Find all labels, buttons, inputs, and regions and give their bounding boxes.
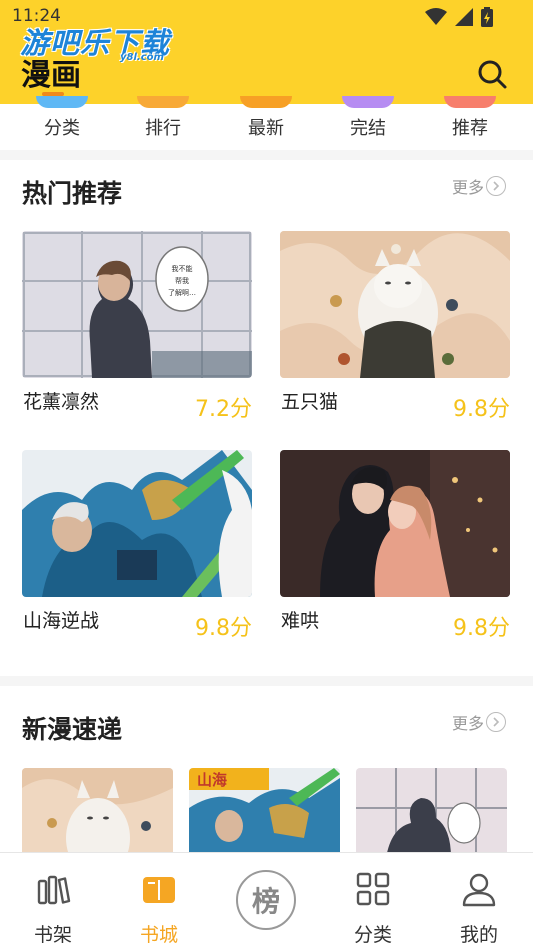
category-icon	[444, 96, 496, 108]
section-divider	[0, 150, 533, 160]
nav-item-bookstore[interactable]: 书城	[106, 853, 212, 948]
section-divider	[0, 676, 533, 686]
category-label: 排行	[145, 118, 181, 139]
comic-cover-small[interactable]: 山海	[189, 768, 340, 858]
comic-card[interactable]: 难哄 9.8分	[280, 450, 510, 641]
more-label: 更多	[452, 714, 485, 733]
svg-text:了解啊…: 了解啊…	[168, 288, 196, 297]
comic-score: 9.8分	[453, 397, 510, 422]
more-label: 更多	[452, 178, 485, 197]
category-label: 最新	[248, 118, 284, 139]
chevron-right-icon	[486, 712, 507, 732]
svg-text:山海: 山海	[197, 771, 227, 789]
comic-cover	[22, 450, 252, 597]
grid-icon	[356, 872, 390, 906]
battery-icon	[481, 7, 493, 27]
comic-card[interactable]: 我不能 帮我 了解啊… 花薰凛然 7.2分	[22, 231, 252, 422]
chevron-right-icon	[486, 176, 507, 196]
category-item-ranking[interactable]: 排行	[123, 96, 203, 150]
app-header: 11:24 游吧乐下载 y8l.com 漫画	[0, 0, 533, 104]
nav-label: 书城	[139, 924, 178, 946]
signal-icon	[455, 8, 473, 26]
status-icons	[425, 7, 493, 27]
svg-text:帮我: 帮我	[175, 276, 189, 285]
comic-cover	[280, 450, 510, 597]
category-icon	[240, 96, 292, 108]
comic-score: 7.2分	[195, 397, 252, 422]
comic-cover	[280, 231, 510, 378]
category-icon	[36, 96, 88, 108]
nav-label: 分类	[353, 924, 392, 946]
category-label: 分类	[44, 118, 80, 139]
comic-title: 山海逆战	[23, 610, 100, 632]
comic-score: 9.8分	[453, 616, 510, 641]
more-link-new[interactable]: 更多	[452, 710, 507, 734]
comic-cover-small[interactable]	[22, 768, 173, 858]
comic-title: 花薰凛然	[23, 391, 100, 413]
wifi-icon	[425, 8, 447, 25]
comic-card[interactable]: 五只猫 9.8分	[280, 231, 510, 422]
section-title-new: 新漫速递	[22, 715, 123, 744]
comic-cover-small[interactable]	[356, 768, 507, 858]
section-title-hot: 热门推荐	[22, 179, 123, 208]
book-open-icon	[143, 877, 175, 903]
more-link-hot[interactable]: 更多	[452, 174, 507, 198]
category-label: 完结	[350, 118, 386, 139]
category-label: 推荐	[452, 118, 488, 139]
comic-card[interactable]: 山海逆战 9.8分	[22, 450, 252, 641]
user-icon	[462, 873, 496, 907]
category-item-recommend[interactable]: 推荐	[430, 96, 510, 150]
rank-icon[interactable]: 榜	[236, 870, 296, 930]
category-icon	[342, 96, 394, 108]
search-icon[interactable]	[474, 56, 510, 92]
category-item-latest[interactable]: 最新	[226, 96, 306, 150]
category-item-classify[interactable]: 分类	[22, 96, 102, 150]
nav-label: 书架	[33, 924, 72, 946]
comic-title: 五只猫	[281, 391, 339, 413]
comic-cover: 我不能 帮我 了解啊…	[22, 231, 252, 378]
watermark-url: y8l.com	[120, 52, 164, 63]
nav-item-category[interactable]: 分类	[320, 853, 426, 948]
comic-title: 难哄	[281, 610, 320, 632]
category-item-finished[interactable]: 完结	[328, 96, 408, 150]
category-icon	[137, 96, 189, 108]
bookshelf-icon	[37, 875, 71, 905]
category-row: 分类 排行 最新 完结 推荐	[0, 96, 533, 150]
nav-item-mine[interactable]: 我的	[426, 853, 532, 948]
nav-label: 我的	[459, 924, 498, 946]
nav-item-bookshelf[interactable]: 书架	[0, 853, 106, 948]
svg-text:我不能: 我不能	[172, 264, 193, 273]
page-title: 漫画	[21, 58, 81, 93]
comic-score: 9.8分	[195, 616, 252, 641]
